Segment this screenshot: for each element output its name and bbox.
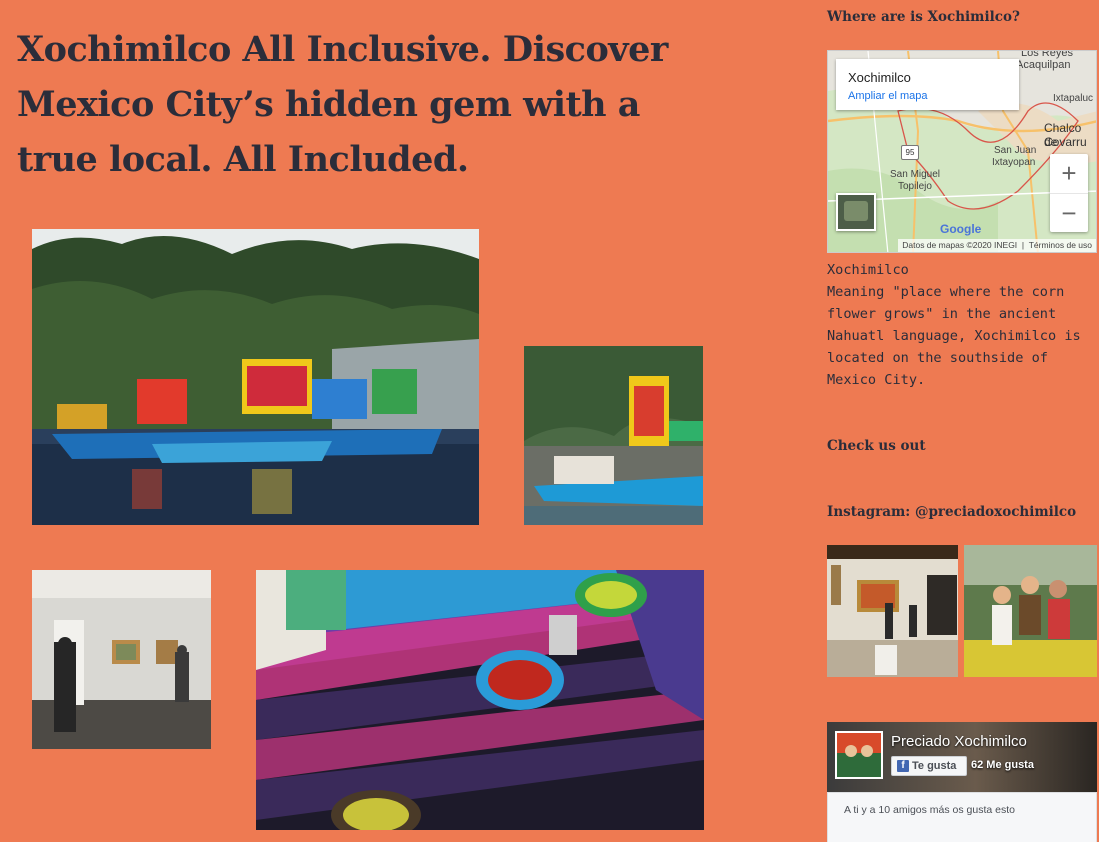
textile-salsa-photo[interactable] bbox=[256, 570, 704, 830]
museum-gallery-photo[interactable] bbox=[32, 570, 211, 749]
facebook-page-widget: Preciado Xochimilco f Te gusta 62 Me gus… bbox=[827, 722, 1097, 842]
map-terms-link[interactable]: Términos de uso bbox=[1029, 240, 1092, 250]
map-label: San Juan bbox=[994, 145, 1037, 156]
google-map[interactable]: Los Reyes Acaquilpan Ixtapaluc Chalco de… bbox=[827, 50, 1097, 253]
check-us-out-heading: Check us out bbox=[827, 438, 926, 454]
highway-shield-icon: 95 bbox=[901, 145, 919, 160]
facebook-f-icon: f bbox=[897, 760, 909, 772]
instagram-friends-photo[interactable] bbox=[964, 545, 1097, 677]
trajinera-close-photo[interactable] bbox=[524, 346, 703, 525]
facebook-page-avatar[interactable] bbox=[835, 731, 883, 779]
map-label: Los Reyes bbox=[1021, 50, 1073, 59]
google-logo: Google bbox=[940, 222, 982, 236]
trajineras-boats-photo[interactable] bbox=[32, 229, 479, 525]
map-zoom-control: + − bbox=[1050, 154, 1088, 232]
instagram-heading: Instagram: @preciadoxochimilco bbox=[827, 504, 1077, 520]
map-satellite-toggle[interactable] bbox=[836, 193, 876, 231]
map-place-name: Xochimilco bbox=[848, 70, 911, 85]
page-title: Xochimilco All Inclusive. Discover Mexic… bbox=[17, 29, 668, 180]
map-place-card: Xochimilco Ampliar el mapa bbox=[836, 59, 1019, 110]
facebook-like-count: 62 Me gusta bbox=[971, 759, 1034, 771]
satellite-thumbnail-icon bbox=[844, 201, 868, 221]
zoom-in-button[interactable]: + bbox=[1050, 154, 1088, 193]
map-attribution: Datos de mapas ©2020 INEGI | Términos de… bbox=[898, 239, 1096, 252]
map-label: Ixtayopan bbox=[992, 157, 1036, 168]
facebook-like-button[interactable]: f Te gusta bbox=[891, 756, 967, 776]
map-label: Acaquilpan bbox=[1016, 59, 1071, 71]
map-label: San Miguel bbox=[890, 169, 941, 180]
facebook-friends-text: A ti y a 10 amigos más os gusta esto bbox=[844, 804, 1016, 816]
facebook-widget-body: A ti y a 10 amigos más os gusta esto bbox=[827, 792, 1097, 842]
where-heading: Where are is Xochimilco? bbox=[827, 9, 1020, 25]
facebook-page-name[interactable]: Preciado Xochimilco bbox=[891, 733, 1027, 750]
enlarge-map-link[interactable]: Ampliar el mapa bbox=[848, 90, 927, 102]
map-data-attribution: Datos de mapas ©2020 INEGI bbox=[902, 240, 1018, 250]
zoom-out-button[interactable]: − bbox=[1050, 193, 1088, 233]
xochimilco-description: Xochimilco Meaning "place where the corn… bbox=[827, 262, 1081, 388]
map-label: Topilejo bbox=[898, 181, 932, 192]
map-label: Covarru bbox=[1044, 135, 1087, 149]
instagram-museum-photo[interactable] bbox=[827, 545, 958, 677]
map-label: Ixtapaluc bbox=[1053, 93, 1094, 104]
facebook-like-label: Te gusta bbox=[912, 760, 957, 772]
